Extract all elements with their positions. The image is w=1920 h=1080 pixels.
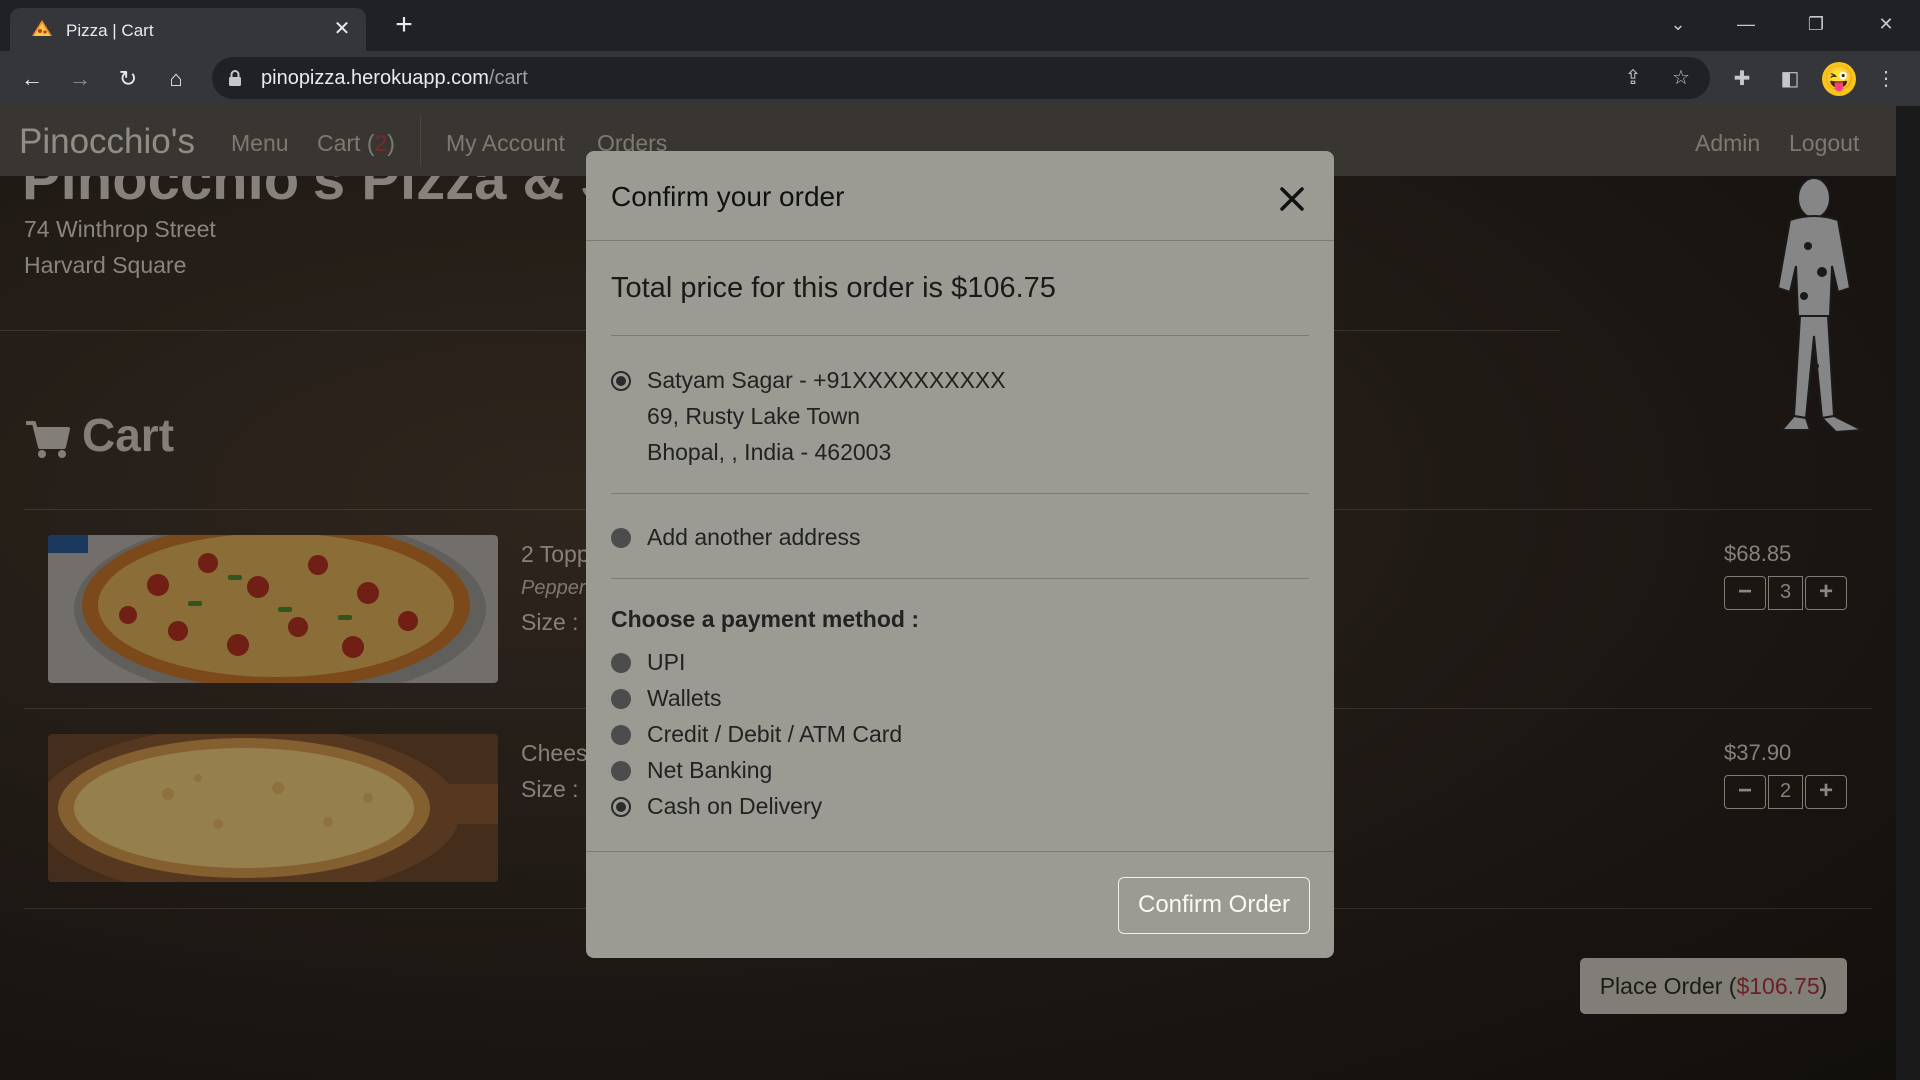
- profile-avatar[interactable]: 😜: [1822, 62, 1856, 96]
- back-icon[interactable]: ←: [16, 63, 48, 95]
- modal-divider: [611, 578, 1309, 579]
- close-window-icon[interactable]: ✕: [1870, 10, 1902, 38]
- payment-cod-label[interactable]: Cash on Delivery: [647, 793, 822, 820]
- browser-tab[interactable]: Pizza | Cart ✕: [10, 8, 366, 51]
- payment-card-radio[interactable]: [611, 725, 631, 745]
- home-icon[interactable]: ⌂: [160, 63, 192, 95]
- tab-title: Pizza | Cart: [66, 21, 154, 40]
- confirm-order-button[interactable]: Confirm Order: [1118, 877, 1310, 934]
- modal-footer-divider: [586, 851, 1334, 852]
- modal-header: Confirm your order: [586, 151, 1334, 241]
- payment-netbanking-label[interactable]: Net Banking: [647, 757, 772, 784]
- saved-address-radio[interactable]: [611, 371, 631, 391]
- address-name-phone: Satyam Sagar - +91XXXXXXXXXX: [647, 367, 1006, 393]
- modal-divider: [611, 493, 1309, 494]
- pizza-favicon-icon: [32, 20, 52, 36]
- order-total-text: Total price for this order is $106.75: [611, 272, 1056, 304]
- bookmark-star-icon[interactable]: ☆: [1668, 65, 1694, 91]
- add-address-label[interactable]: Add another address: [647, 524, 861, 551]
- payment-card-label[interactable]: Credit / Debit / ATM Card: [647, 721, 902, 748]
- close-icon[interactable]: [1274, 181, 1310, 217]
- browser-tabstrip: Pizza | Cart ✕ + ⌄ — ❐ ✕: [0, 0, 1920, 51]
- url-text: pinopizza.herokuapp.com/cart: [261, 67, 528, 89]
- payment-netbanking-radio[interactable]: [611, 761, 631, 781]
- lock-icon: [229, 70, 241, 86]
- payment-upi-label[interactable]: UPI: [647, 649, 685, 676]
- side-panel-icon[interactable]: ◧: [1774, 63, 1806, 95]
- payment-wallets-label[interactable]: Wallets: [647, 685, 722, 712]
- restore-icon[interactable]: ❐: [1800, 10, 1832, 38]
- minimize-icon[interactable]: —: [1730, 10, 1762, 38]
- menu-kebab-icon[interactable]: ⋮: [1870, 63, 1902, 95]
- payment-cod-radio[interactable]: [611, 797, 631, 817]
- new-tab-icon[interactable]: +: [390, 10, 418, 40]
- address-street: 69, Rusty Lake Town: [647, 403, 861, 429]
- share-icon[interactable]: ⇪: [1620, 65, 1646, 91]
- tab-close-icon[interactable]: ✕: [330, 17, 354, 41]
- browser-toolbar: ← → ↻ ⌂ pinopizza.herokuapp.com/cart ⇪ ☆…: [0, 51, 1920, 106]
- payment-heading: Choose a payment method :: [611, 606, 919, 632]
- add-address-radio[interactable]: [611, 528, 631, 548]
- address-bar[interactable]: pinopizza.herokuapp.com/cart ⇪ ☆: [212, 57, 1710, 99]
- payment-upi-radio[interactable]: [611, 653, 631, 673]
- modal-divider: [611, 335, 1309, 336]
- forward-icon[interactable]: →: [64, 63, 96, 95]
- modal-title: Confirm your order: [611, 181, 845, 212]
- confirm-order-modal: Confirm your order Total price for this …: [586, 151, 1334, 958]
- tab-search-icon[interactable]: ⌄: [1662, 10, 1694, 38]
- extensions-icon[interactable]: ✚: [1726, 63, 1758, 95]
- reload-icon[interactable]: ↻: [112, 63, 144, 95]
- payment-wallets-radio[interactable]: [611, 689, 631, 709]
- address-city: Bhopal, , India - 462003: [647, 439, 892, 465]
